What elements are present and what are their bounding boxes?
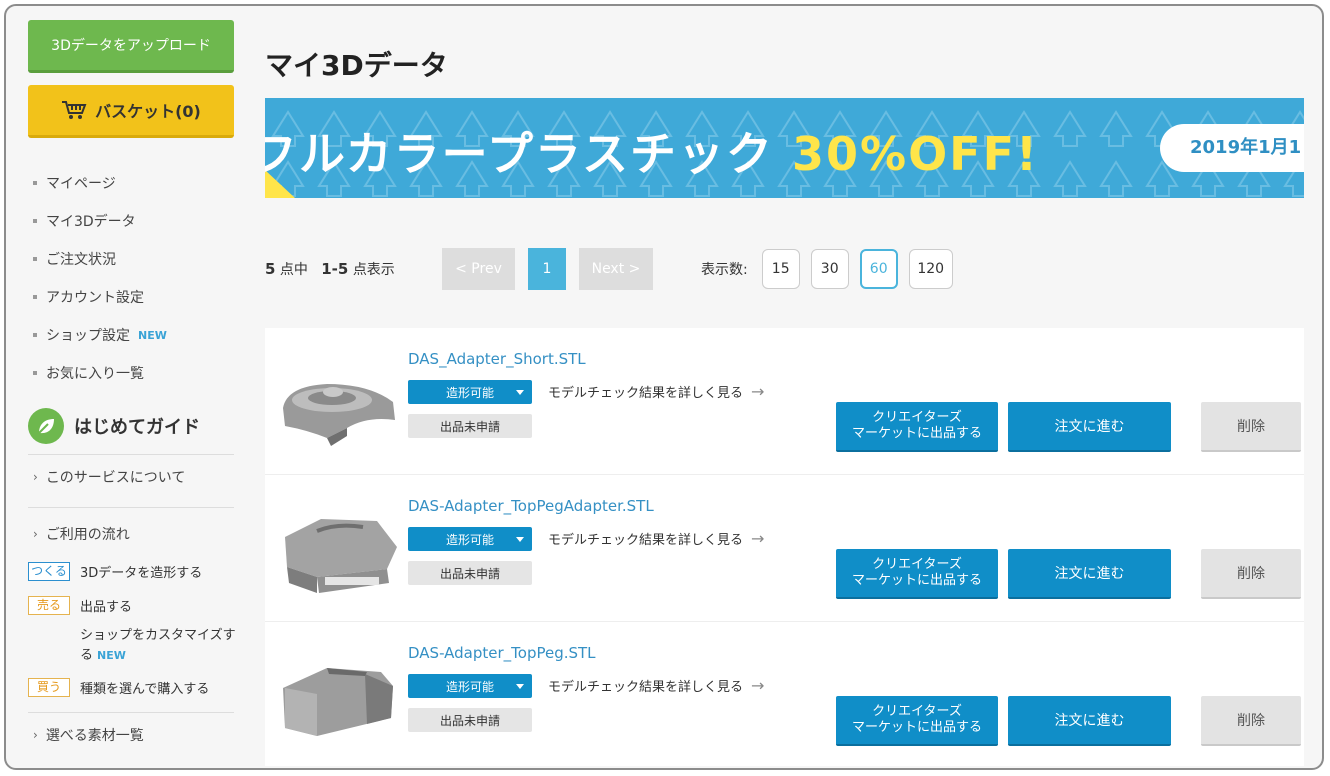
filename-link[interactable]: DAS-Adapter_TopPeg.STL <box>408 644 596 662</box>
listing-status-badge: 出品未申請 <box>408 708 532 732</box>
account-nav: マイページ マイ3Dデータ ご注文状況 アカウント設定 ショップ設定 NEW お気… <box>28 164 236 392</box>
sidebar: 3Dデータをアップロード バスケット(0) マイページ マイ3Dデータ ご注文状… <box>28 20 236 757</box>
prev-page-button[interactable]: < Prev <box>442 248 515 290</box>
usage-flow-link[interactable]: › ご利用の流れ <box>28 514 236 554</box>
bullet-icon <box>33 181 37 185</box>
per-page-60[interactable]: 60 <box>859 249 898 289</box>
listing-status-badge: 出品未申請 <box>408 414 532 438</box>
flow-item-customize-shop[interactable]: ショップをカスタマイズする NEW <box>28 626 236 666</box>
model-thumbnail[interactable] <box>277 350 397 450</box>
next-page-button[interactable]: Next > <box>579 248 653 290</box>
bullet-icon <box>33 371 37 375</box>
materials-link[interactable]: › 選べる素材一覧 <box>28 713 236 757</box>
delete-button[interactable]: 削除 <box>1201 402 1301 452</box>
filename-link[interactable]: DAS_Adapter_Short.STL <box>408 350 586 368</box>
browser-frame: 3Dデータをアップロード バスケット(0) マイページ マイ3Dデータ ご注文状… <box>4 4 1324 770</box>
basket-button[interactable]: バスケット(0) <box>28 85 234 138</box>
order-button[interactable]: 注文に進む <box>1008 549 1171 599</box>
cart-icon <box>62 101 87 119</box>
chevron-right-icon: › <box>33 470 38 484</box>
list-item: DAS_Adapter_Short.STL 造形可能 モデルチェック結果を詳しく… <box>265 328 1304 475</box>
chevron-right-icon: › <box>33 527 38 541</box>
per-page-30[interactable]: 30 <box>810 249 849 289</box>
status-dropdown[interactable]: 造形可能 <box>408 527 532 551</box>
status-dropdown[interactable]: 造形可能 <box>408 674 532 698</box>
basket-label: バスケット(0) <box>95 102 201 121</box>
about-service-link[interactable]: › このサービスについて <box>28 455 236 499</box>
page-title: マイ3Dデータ <box>265 49 448 82</box>
model-thumbnail[interactable] <box>277 497 397 597</box>
nav-item-my-3d-data[interactable]: マイ3Dデータ <box>28 202 236 240</box>
list-on-market-button[interactable]: クリエイターズ マーケットに出品する <box>836 696 998 746</box>
banner-headline: フルカラープラスチック 30%OFF! <box>265 127 1040 181</box>
bullet-icon <box>33 295 37 299</box>
per-page-label: 表示数: <box>701 262 748 278</box>
flow-item-make[interactable]: つくる 3Dデータを造形する <box>28 554 236 588</box>
caret-down-icon <box>516 390 524 395</box>
arrow-right-icon: → <box>751 529 765 548</box>
data-list: DAS_Adapter_Short.STL 造形可能 モデルチェック結果を詳しく… <box>265 328 1304 766</box>
status-dropdown[interactable]: 造形可能 <box>408 380 532 404</box>
nav-item-shop-settings[interactable]: ショップ設定 NEW <box>28 316 236 354</box>
bullet-icon <box>33 333 37 337</box>
guide-title: はじめてガイド <box>28 406 236 446</box>
page: 3Dデータをアップロード バスケット(0) マイページ マイ3Dデータ ご注文状… <box>14 12 1304 766</box>
per-page-15[interactable]: 15 <box>761 249 800 289</box>
caret-down-icon <box>516 537 524 542</box>
model-check-link[interactable]: モデルチェック結果を詳しく見る → <box>548 529 764 548</box>
model-thumbnail[interactable] <box>277 644 397 744</box>
order-button[interactable]: 注文に進む <box>1008 402 1171 452</box>
delete-button[interactable]: 削除 <box>1201 696 1301 746</box>
order-button[interactable]: 注文に進む <box>1008 696 1171 746</box>
list-on-market-button[interactable]: クリエイターズ マーケットに出品する <box>836 549 998 599</box>
model-check-link[interactable]: モデルチェック結果を詳しく見る → <box>548 382 764 401</box>
leaf-icon <box>28 408 64 444</box>
nav-item-order-status[interactable]: ご注文状況 <box>28 240 236 278</box>
result-count: 5 点中 1-5 点表示 <box>265 260 395 278</box>
listing-status-badge: 出品未申請 <box>408 561 532 585</box>
nav-item-favorites[interactable]: お気に入り一覧 <box>28 354 236 392</box>
pagination-bar: 5 点中 1-5 点表示 < Prev 1 Next > 表示数: 15 30 … <box>265 248 1304 290</box>
delete-button[interactable]: 削除 <box>1201 549 1301 599</box>
flow-item-buy[interactable]: 買う 種類を選んで購入する <box>28 670 236 704</box>
buy-tag: 買う <box>28 677 70 697</box>
arrow-right-icon: → <box>751 676 765 695</box>
nav-item-mypage[interactable]: マイページ <box>28 164 236 202</box>
flow-item-sell[interactable]: 売る 出品する <box>28 588 236 622</box>
per-page-120[interactable]: 120 <box>908 249 953 289</box>
chevron-right-icon: › <box>33 728 38 742</box>
list-item: DAS-Adapter_TopPeg.STL 造形可能 モデルチェック結果を詳し… <box>265 622 1304 766</box>
caret-down-icon <box>516 684 524 689</box>
nav-item-account-settings[interactable]: アカウント設定 <box>28 278 236 316</box>
bullet-icon <box>33 219 37 223</box>
banner-discount: 30%OFF! <box>791 127 1040 181</box>
model-check-link[interactable]: モデルチェック結果を詳しく見る → <box>548 676 764 695</box>
promo-banner[interactable]: フルカラープラスチック 30%OFF! 2019年1月1 <box>265 98 1304 198</box>
new-badge: NEW <box>138 328 167 342</box>
bullet-icon <box>33 257 37 261</box>
banner-date: 2019年1月1 <box>1160 124 1304 172</box>
sell-tag: 売る <box>28 595 70 615</box>
upload-3d-data-button[interactable]: 3Dデータをアップロード <box>28 20 234 73</box>
arrow-right-icon: → <box>751 382 765 401</box>
list-item: DAS-Adapter_TopPegAdapter.STL 造形可能 モデルチェ… <box>265 475 1304 622</box>
divider <box>28 507 234 508</box>
page-number-1[interactable]: 1 <box>528 248 566 290</box>
list-on-market-button[interactable]: クリエイターズ マーケットに出品する <box>836 402 998 452</box>
filename-link[interactable]: DAS-Adapter_TopPegAdapter.STL <box>408 497 654 515</box>
make-tag: つくる <box>28 561 70 581</box>
new-badge: NEW <box>97 649 126 662</box>
